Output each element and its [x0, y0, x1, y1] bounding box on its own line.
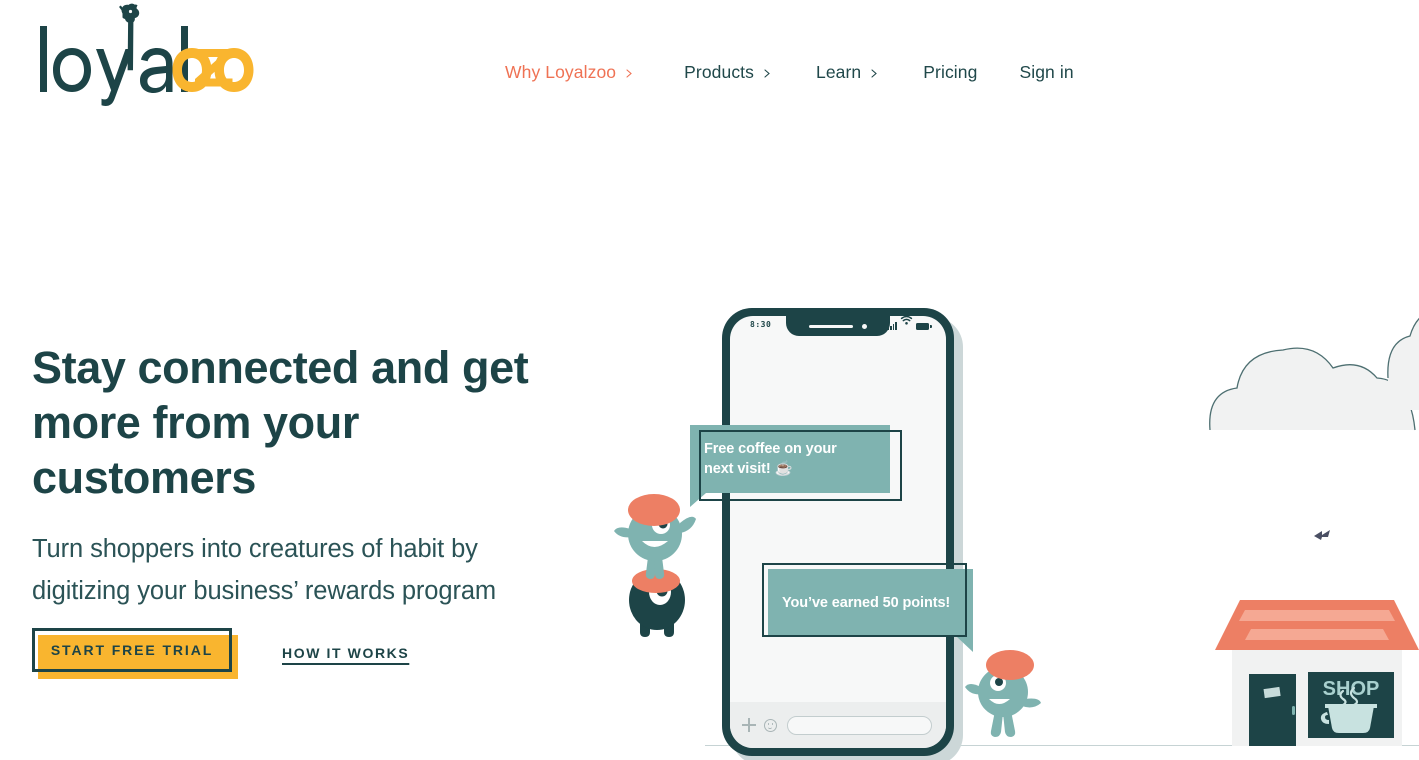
coral-cap: [628, 494, 680, 526]
speech-bubble-offer: Free coffee on your next visit! ☕: [690, 425, 902, 507]
start-free-trial-button[interactable]: START FREE TRIAL: [32, 628, 238, 679]
status-bar-time: 8:30: [750, 320, 772, 329]
front-camera-icon: [862, 323, 867, 329]
chevron-right-icon: [763, 69, 772, 78]
speaker-grille-icon: [809, 324, 853, 328]
battery-icon: [916, 323, 932, 330]
button-label: START FREE TRIAL: [50, 642, 214, 658]
phone-mockup: 8:30: [722, 308, 963, 760]
plus-icon[interactable]: [742, 718, 756, 732]
coral-cap: [986, 650, 1034, 680]
button-outline: START FREE TRIAL: [32, 628, 232, 672]
bubble-outline: [699, 430, 902, 501]
logo-loyalzoo[interactable]: [34, 3, 254, 109]
phone-chat-bar: [730, 702, 946, 748]
main-navigation: Why Loyalzoo Products Learn Pricing Sign…: [505, 58, 1074, 87]
creature-teal-icon: [614, 494, 696, 579]
logo-text-loyal: [40, 26, 188, 106]
phone-screen: 8:30: [730, 316, 946, 748]
nav-item-why-loyalzoo[interactable]: Why Loyalzoo: [505, 58, 634, 87]
cloud-icon: [1387, 300, 1419, 425]
landing-page: Why Loyalzoo Products Learn Pricing Sign…: [0, 0, 1419, 760]
smiley-icon[interactable]: [764, 718, 777, 732]
signal-bars-icon: [887, 322, 897, 330]
nav-label: Pricing: [923, 62, 978, 82]
nav-label: Learn: [816, 62, 862, 82]
nav-label: Sign in: [1019, 62, 1074, 82]
shop-sign-text: SHOP: [1323, 678, 1380, 700]
creature-stack: [612, 487, 712, 647]
cloud-icon: [1205, 330, 1419, 445]
shop-building: SHOP: [1212, 588, 1419, 753]
phone-body: 8:30: [722, 308, 954, 756]
nav-item-learn[interactable]: Learn: [816, 58, 879, 87]
nav-item-sign-in[interactable]: Sign in: [1019, 58, 1073, 87]
bird-icon: [1313, 528, 1333, 547]
status-bar-icons: [887, 316, 932, 330]
hero-copy: Stay connected and get more from your cu…: [32, 340, 552, 612]
nav-item-pricing[interactable]: Pricing: [923, 58, 977, 87]
cta-row: START FREE TRIAL HOW IT WORKS: [32, 628, 409, 679]
site-header: Why Loyalzoo Products Learn Pricing Sign…: [0, 0, 1419, 120]
chevron-right-icon: [870, 69, 879, 78]
how-it-works-link[interactable]: HOW IT WORKS: [282, 645, 409, 661]
nav-label: Products: [684, 62, 754, 82]
message-input[interactable]: [787, 715, 932, 735]
page-title: Stay connected and get more from your cu…: [32, 342, 529, 503]
speech-bubble-points: You’ve earned 50 points!: [762, 563, 978, 652]
page-subtitle: Turn shoppers into creatures of habit by…: [32, 535, 497, 605]
wifi-icon: [900, 316, 913, 330]
creature-teal-small-icon: [965, 645, 1047, 745]
shop-door: [1249, 674, 1296, 746]
chevron-right-icon: [625, 69, 634, 78]
nav-label: Why Loyalzoo: [505, 62, 617, 82]
shop-awning: [1215, 600, 1419, 650]
bubble-outline: [762, 563, 967, 637]
phone-notch: [786, 316, 890, 336]
nav-item-products[interactable]: Products: [684, 58, 772, 87]
